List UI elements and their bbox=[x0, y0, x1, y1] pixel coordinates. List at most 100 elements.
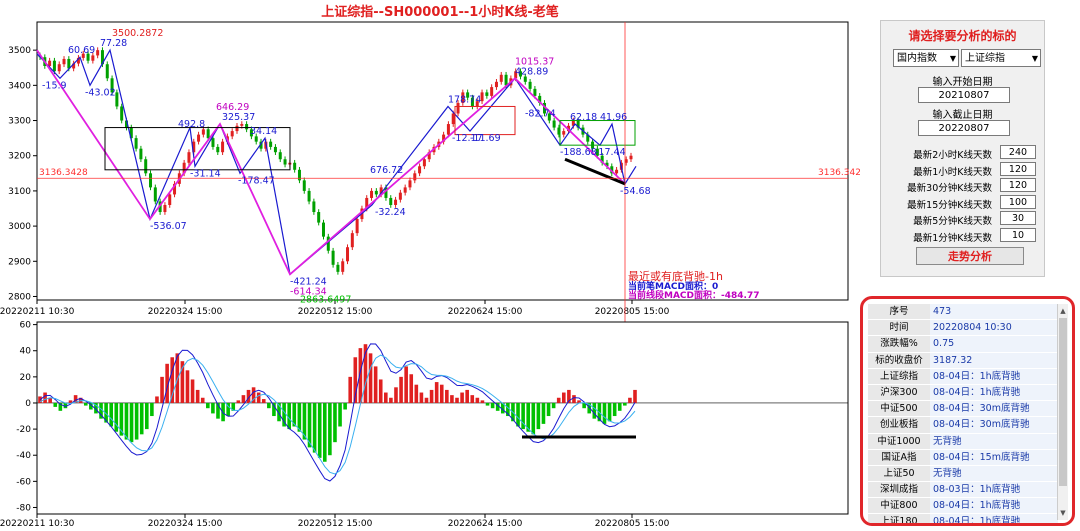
candle-body bbox=[398, 192, 402, 200]
macd-y-tick-label: -80 bbox=[16, 503, 31, 513]
macd-bar bbox=[617, 402, 622, 411]
scrollbar-thumb bbox=[1059, 318, 1067, 486]
candle-body bbox=[57, 64, 61, 72]
high-label: 41.96 bbox=[600, 112, 627, 123]
table-scrollbar[interactable]: ▲ ▼ bbox=[1057, 304, 1068, 520]
divergence-note: 最近或有底背驰-1h bbox=[628, 269, 723, 283]
index-select[interactable]: 上证综指 ▼ bbox=[961, 49, 1041, 67]
macd-bar bbox=[134, 402, 139, 440]
table-row[interactable]: 上证180 08-04日：1h底背驰 bbox=[868, 514, 1058, 523]
candle-body bbox=[230, 131, 234, 137]
crosshair-value-left: 3136.3428 bbox=[39, 168, 88, 178]
macd-bar bbox=[556, 397, 561, 403]
candle-body bbox=[422, 159, 426, 167]
start-date-input[interactable]: 20210807 bbox=[918, 87, 1010, 103]
table-row[interactable]: 沪深300 08-04日：1h底背驰 bbox=[868, 384, 1058, 402]
low-label: -11.69 bbox=[470, 133, 501, 144]
candle-body bbox=[96, 50, 100, 56]
candle-body bbox=[341, 261, 345, 272]
low-label: -43.02 bbox=[85, 87, 116, 98]
candle-body bbox=[615, 169, 619, 174]
candle-body bbox=[485, 92, 489, 96]
table-value: 0.75 bbox=[930, 336, 1058, 352]
macd-bar bbox=[419, 392, 424, 403]
high-label: 325.37 bbox=[222, 112, 255, 123]
kline-days-row: 最新5分钟K线天数 30 bbox=[881, 211, 1044, 227]
candle-body bbox=[91, 55, 95, 61]
signal-table-panel: 序号 473 时间 20220804 10:30 涨跌幅% 0.75 标的收盘价 3187.3… bbox=[860, 296, 1075, 526]
macd-plot-frame bbox=[36, 321, 849, 515]
kline-days-input[interactable]: 120 bbox=[1000, 178, 1036, 192]
low-label: -31.14 bbox=[190, 168, 221, 179]
kline-days-input[interactable]: 120 bbox=[1000, 161, 1036, 176]
table-row[interactable]: 上证综指 08-04日：1h底背驰 bbox=[868, 368, 1058, 385]
table-row[interactable]: 上证50 无背驰 bbox=[868, 465, 1058, 483]
kline-days-input[interactable]: 30 bbox=[1000, 211, 1036, 225]
start-date-label: 输入开始日期 bbox=[932, 77, 993, 88]
table-key: 上证50 bbox=[868, 465, 930, 482]
table-key: 中证1000 bbox=[868, 433, 930, 449]
candle-body bbox=[216, 146, 220, 153]
high-label: 428.89 bbox=[515, 66, 548, 77]
macd-bar bbox=[155, 396, 159, 403]
chart-title: 上证综指--SH000001--1小时K线-老笔 bbox=[321, 4, 559, 20]
macd-y-tick-label: 20 bbox=[20, 373, 32, 383]
candle-body bbox=[523, 76, 527, 82]
candle-body bbox=[134, 138, 138, 149]
candle-body bbox=[293, 162, 297, 170]
macd-bar bbox=[43, 392, 47, 403]
end-date-input[interactable]: 20220807 bbox=[918, 120, 1010, 136]
table-row[interactable]: 中证1000 无背驰 bbox=[868, 433, 1058, 450]
candle-body bbox=[533, 88, 537, 96]
candle-body bbox=[168, 194, 172, 205]
table-key: 国证A指 bbox=[868, 449, 930, 465]
scroll-up-icon: ▲ bbox=[1060, 307, 1066, 315]
macd-bar bbox=[490, 402, 495, 409]
y-tick-label: 3400 bbox=[8, 81, 31, 91]
candle-body bbox=[629, 155, 633, 160]
table-row[interactable]: 创业板指 08-04日：30m底背驰 bbox=[868, 417, 1058, 434]
table-row[interactable]: 涨跌幅% 0.75 bbox=[868, 336, 1058, 353]
candle-body bbox=[312, 201, 316, 213]
macd-bar bbox=[551, 402, 556, 409]
table-row[interactable]: 中证500 08-04日：30m底背驰 bbox=[868, 401, 1058, 418]
candle-body bbox=[283, 159, 287, 165]
candle-body bbox=[317, 212, 321, 223]
table-row[interactable]: 标的收盘价 3187.32 bbox=[868, 352, 1058, 369]
candle-body bbox=[149, 173, 153, 188]
end-date-label: 输入截止日期 bbox=[932, 110, 993, 121]
candle-body bbox=[413, 173, 417, 181]
macd-bar bbox=[516, 402, 520, 427]
trend-analysis-button[interactable]: 走势分析 bbox=[916, 247, 1024, 265]
table-row[interactable]: 深圳成指 08-03日：1h底背驰 bbox=[868, 482, 1058, 499]
market-select[interactable]: 国内指数 ▼ bbox=[893, 49, 959, 67]
macd-bar bbox=[480, 400, 485, 403]
macd-bar bbox=[414, 384, 419, 403]
macd-bar bbox=[633, 389, 637, 403]
table-row[interactable]: 时间 20220804 10:30 bbox=[868, 320, 1058, 337]
macd-bar bbox=[150, 402, 154, 417]
macd-bar bbox=[399, 376, 403, 403]
table-key: 时间 bbox=[868, 320, 930, 336]
kline-days-row: 最新30分钟K线天数 120 bbox=[881, 178, 1044, 194]
kline-days-input[interactable]: 240 bbox=[1000, 145, 1036, 159]
macd-bar bbox=[470, 395, 475, 403]
low-label: -32.24 bbox=[375, 207, 406, 218]
candle-body bbox=[504, 74, 508, 86]
macd-bar bbox=[206, 402, 210, 409]
kline-days-input[interactable]: 100 bbox=[1000, 194, 1036, 209]
macd-x-tick-label: 20220512 15:00 bbox=[298, 519, 373, 529]
table-value: 08-04日：1h底背驰 bbox=[930, 368, 1058, 384]
macd-bar bbox=[139, 402, 144, 435]
macd-bar bbox=[287, 402, 291, 430]
kline-days-input[interactable]: 10 bbox=[1000, 227, 1036, 242]
candle-body bbox=[52, 60, 56, 72]
table-row[interactable]: 序号 473 bbox=[868, 304, 1058, 321]
table-row[interactable]: 中证800 08-04日：1h底背驰 bbox=[868, 498, 1058, 515]
table-row[interactable]: 国证A指 08-04日：15m底背驰 bbox=[868, 449, 1058, 466]
candle-body bbox=[269, 141, 273, 147]
table-key: 标的收盘价 bbox=[868, 352, 930, 368]
candle-body bbox=[211, 138, 215, 147]
candle-body bbox=[235, 125, 239, 132]
candle-body bbox=[490, 87, 494, 96]
